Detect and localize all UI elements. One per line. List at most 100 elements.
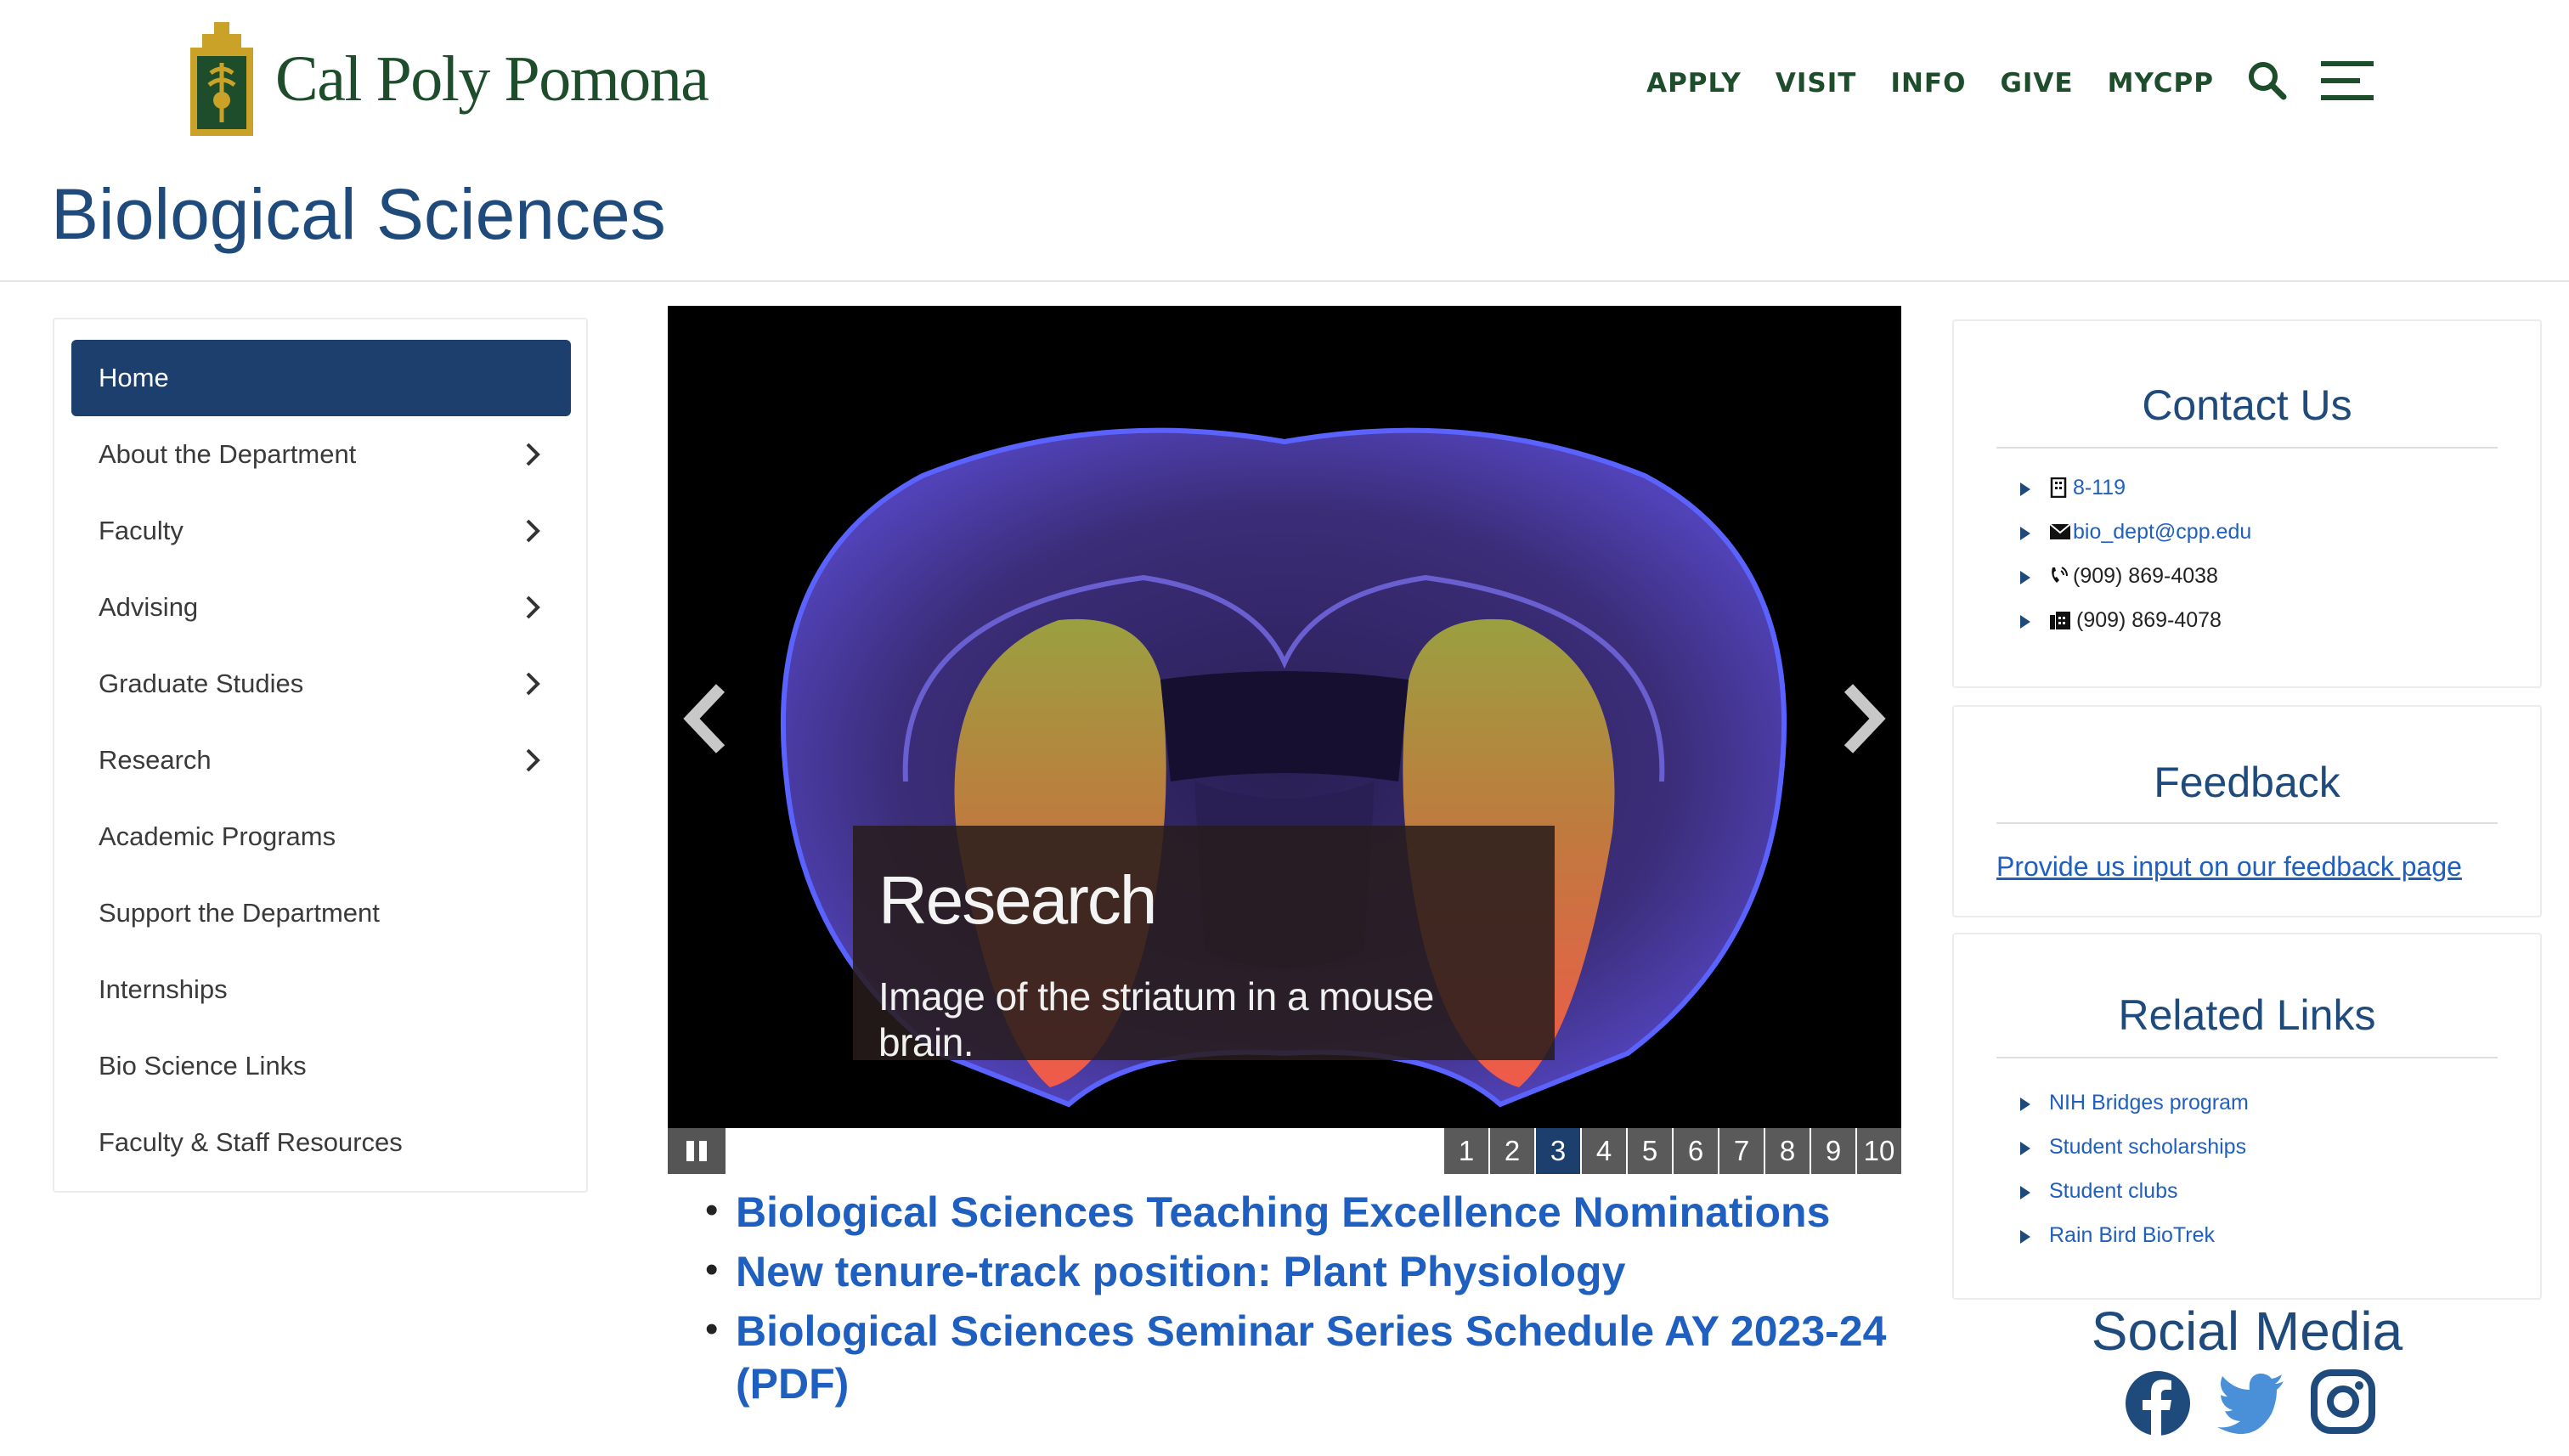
slide-page-6[interactable]: 6: [1674, 1128, 1718, 1174]
slide-page-7[interactable]: 7: [1719, 1128, 1764, 1174]
slide-page-8[interactable]: 8: [1765, 1128, 1810, 1174]
slide-caption: Research Image of the striatum in a mous…: [853, 826, 1555, 1064]
contact-list: 8-119 bio_dept@cpp.edu (909) 869-4038 (9…: [1954, 466, 2540, 642]
related-links-list: NIH Bridges program Student scholarships…: [1954, 1081, 2540, 1257]
slider-prev-arrow-icon[interactable]: [676, 676, 736, 761]
news-link[interactable]: Biological Sciences Seminar Series Sched…: [736, 1305, 1911, 1410]
list-item: bio_dept@cpp.edu: [1954, 510, 2540, 554]
sidenav-item-resources[interactable]: Faculty & Staff Resources: [71, 1104, 571, 1181]
sidenav-item-label: Academic Programs: [99, 821, 336, 851]
sidenav-item-support[interactable]: Support the Department: [71, 875, 571, 951]
related-link[interactable]: Student scholarships: [2049, 1125, 2246, 1169]
page-title: Biological Sciences: [51, 174, 666, 254]
slider-controls: 1 2 3 4 5 6 7 8 9 10: [668, 1128, 1901, 1174]
sidenav-item-label: Faculty: [99, 516, 184, 545]
divider: [1996, 1057, 2498, 1058]
sidenav-item-faculty[interactable]: Faculty: [71, 493, 571, 569]
sidenav-item-internships[interactable]: Internships: [71, 951, 571, 1028]
twitter-icon[interactable]: [2216, 1369, 2287, 1442]
slide-caption-text: Image of the striatum in a mouse brain.: [878, 974, 1434, 1064]
sidenav-item-label: Faculty & Staff Resources: [99, 1127, 403, 1157]
sidenav-item-label: Graduate Studies: [99, 669, 304, 698]
feedback-title: Feedback: [2154, 759, 2340, 806]
news-list: Biological Sciences Teaching Excellence …: [705, 1186, 1911, 1417]
facebook-icon[interactable]: [2124, 1369, 2192, 1442]
news-link[interactable]: Biological Sciences Teaching Excellence …: [736, 1186, 1911, 1239]
list-item: New tenure-track position: Plant Physiol…: [705, 1245, 1911, 1298]
chevron-right-icon[interactable]: [520, 671, 545, 697]
slide-page-5[interactable]: 5: [1628, 1128, 1672, 1174]
sidenav-item-graduate-studies[interactable]: Graduate Studies: [71, 646, 571, 722]
image-slider: Research Image of the striatum in a mous…: [668, 306, 1901, 1128]
sidenav-item-research[interactable]: Research: [71, 722, 571, 799]
pause-button[interactable]: [668, 1128, 726, 1174]
phone-icon: [2052, 567, 2068, 583]
contact-title: Contact Us: [2142, 381, 2352, 429]
slide-page-3[interactable]: 3: [1536, 1128, 1580, 1174]
sidenav-item-label: About the Department: [99, 439, 357, 469]
section-nav: Home About the Department Faculty Advisi…: [53, 318, 588, 1193]
fax-icon: [2050, 612, 2070, 629]
news-link[interactable]: New tenure-track position: Plant Physiol…: [736, 1245, 1911, 1298]
chevron-right-icon[interactable]: [520, 748, 545, 773]
related-link[interactable]: NIH Bridges program: [2049, 1081, 2249, 1125]
feedback-link[interactable]: Provide us input on our feedback page: [1996, 851, 2462, 883]
divider: [1996, 447, 2498, 449]
list-item: Student clubs: [1954, 1169, 2540, 1213]
slide-pager: 1 2 3 4 5 6 7 8 9 10: [1443, 1128, 1901, 1174]
room-link[interactable]: 8-119: [2073, 466, 2126, 510]
slide-page-2[interactable]: 2: [1490, 1128, 1534, 1174]
sidenav-item-bio-links[interactable]: Bio Science Links: [71, 1028, 571, 1104]
fax-text: (909) 869-4078: [2076, 608, 2222, 632]
related-link[interactable]: Rain Bird BioTrek: [2049, 1213, 2215, 1257]
nav-give[interactable]: GIVE: [2000, 68, 2073, 99]
list-item: NIH Bridges program: [1954, 1081, 2540, 1125]
feedback-card: Feedback Provide us input on our feedbac…: [1952, 705, 2542, 917]
sidenav-item-advising[interactable]: Advising: [71, 569, 571, 646]
sidenav-item-label: Advising: [99, 592, 199, 622]
related-links-card: Related Links NIH Bridges program Studen…: [1952, 933, 2542, 1300]
slide-caption-title: Research: [878, 862, 1157, 938]
slide-page-4[interactable]: 4: [1582, 1128, 1626, 1174]
list-item: Biological Sciences Seminar Series Sched…: [705, 1305, 1911, 1410]
slide-page-10[interactable]: 10: [1857, 1128, 1901, 1174]
divider: [1996, 822, 2498, 824]
related-links-title: Related Links: [2118, 991, 2376, 1039]
nav-apply[interactable]: APPLY: [1646, 68, 1742, 99]
slide-page-1[interactable]: 1: [1444, 1128, 1488, 1174]
list-item: (909) 869-4038: [1954, 554, 2540, 598]
social-media-title: Social Media: [2091, 1301, 2403, 1362]
email-link[interactable]: bio_dept@cpp.edu: [2073, 510, 2251, 554]
chevron-right-icon[interactable]: [520, 595, 545, 620]
nav-mycpp[interactable]: MYCPP: [2108, 68, 2214, 99]
instagram-icon[interactable]: [2311, 1369, 2375, 1442]
sidenav-item-academic-programs[interactable]: Academic Programs: [71, 799, 571, 875]
related-link[interactable]: Student clubs: [2049, 1169, 2178, 1213]
nav-info[interactable]: INFO: [1890, 68, 1966, 99]
top-nav: APPLY VISIT INFO GIVE MYCPP: [1612, 61, 2374, 104]
phone-text: (909) 869-4038: [2073, 564, 2218, 588]
contact-card: Contact Us 8-119 bio_dept@cpp.edu (909) …: [1952, 319, 2542, 688]
sidenav-item-label: Internships: [99, 974, 228, 1004]
sidenav-item-about[interactable]: About the Department: [71, 416, 571, 493]
logo-text: Cal Poly Pomona: [275, 42, 709, 115]
slider-next-arrow-icon[interactable]: [1833, 676, 1893, 761]
chevron-right-icon[interactable]: [520, 442, 545, 467]
search-icon[interactable]: [2248, 61, 2287, 104]
sidenav-item-label: Home: [99, 363, 169, 392]
sidenav-item-home[interactable]: Home: [71, 340, 571, 416]
social-icons: [2124, 1369, 2399, 1442]
nav-visit[interactable]: VISIT: [1776, 68, 1857, 99]
sidenav-item-label: Research: [99, 745, 212, 775]
sidenav-item-label: Bio Science Links: [99, 1051, 307, 1081]
chevron-right-icon[interactable]: [520, 518, 545, 544]
sidenav-item-label: Support the Department: [99, 898, 380, 928]
envelope-icon: [2049, 523, 2071, 539]
site-header: Cal Poly Pomona APPLY VISIT INFO GIVE MY…: [0, 0, 2569, 282]
list-item: Student scholarships: [1954, 1125, 2540, 1169]
menu-icon[interactable]: [2321, 61, 2374, 104]
building-icon: [2050, 477, 2067, 498]
slide-page-9[interactable]: 9: [1811, 1128, 1855, 1174]
logo[interactable]: Cal Poly Pomona: [185, 22, 709, 136]
pause-icon: [686, 1141, 707, 1161]
